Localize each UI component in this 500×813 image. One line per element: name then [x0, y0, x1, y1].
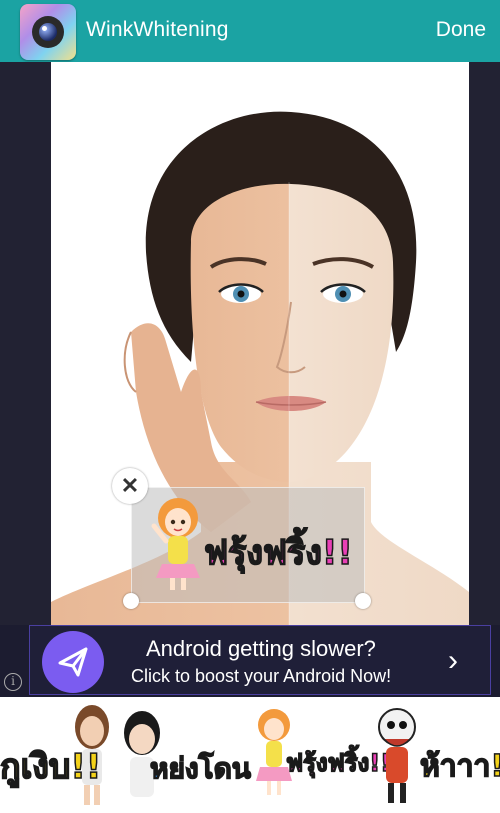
ad-card[interactable]: Android getting slower? Click to boost y…: [29, 625, 491, 695]
sticker-item-2-label: หย่งโดน: [149, 751, 251, 786]
anime-girl-sticker[interactable]: [148, 496, 208, 597]
camera-lens-icon[interactable]: [20, 4, 76, 60]
info-icon[interactable]: i: [4, 673, 22, 691]
paper-plane-icon: [42, 631, 104, 693]
sticker-item-1-label: กูเงิบ!!: [0, 746, 102, 788]
sticker-strip: กูเงิบ!! หย่งโดน ฟรุ้งฟริ้ง!! ห้าาา: [0, 697, 500, 813]
sticker-handle-bottom-left[interactable]: [123, 593, 139, 609]
sticker-remove-icon[interactable]: ✕: [112, 468, 148, 504]
chevron-right-icon[interactable]: ›: [448, 644, 458, 678]
ad-subtitle: Click to boost your Android Now!: [131, 666, 392, 686]
action-bar: WinkWhitening Done: [0, 0, 500, 62]
ad-title: Android getting slower?: [146, 636, 376, 661]
sticker-resize-handle[interactable]: [355, 593, 371, 609]
cartoon-dog-icon: [378, 708, 416, 803]
sticker-item-4-label: ห้าาา!!: [419, 748, 500, 785]
sticker-caption: ฟรุ้งฟริ้ง!!: [203, 532, 353, 574]
done-button[interactable]: Done: [436, 18, 486, 42]
ad-banner[interactable]: Android getting slower? Click to boost y…: [0, 625, 500, 697]
app-title: WinkWhitening: [86, 18, 229, 41]
